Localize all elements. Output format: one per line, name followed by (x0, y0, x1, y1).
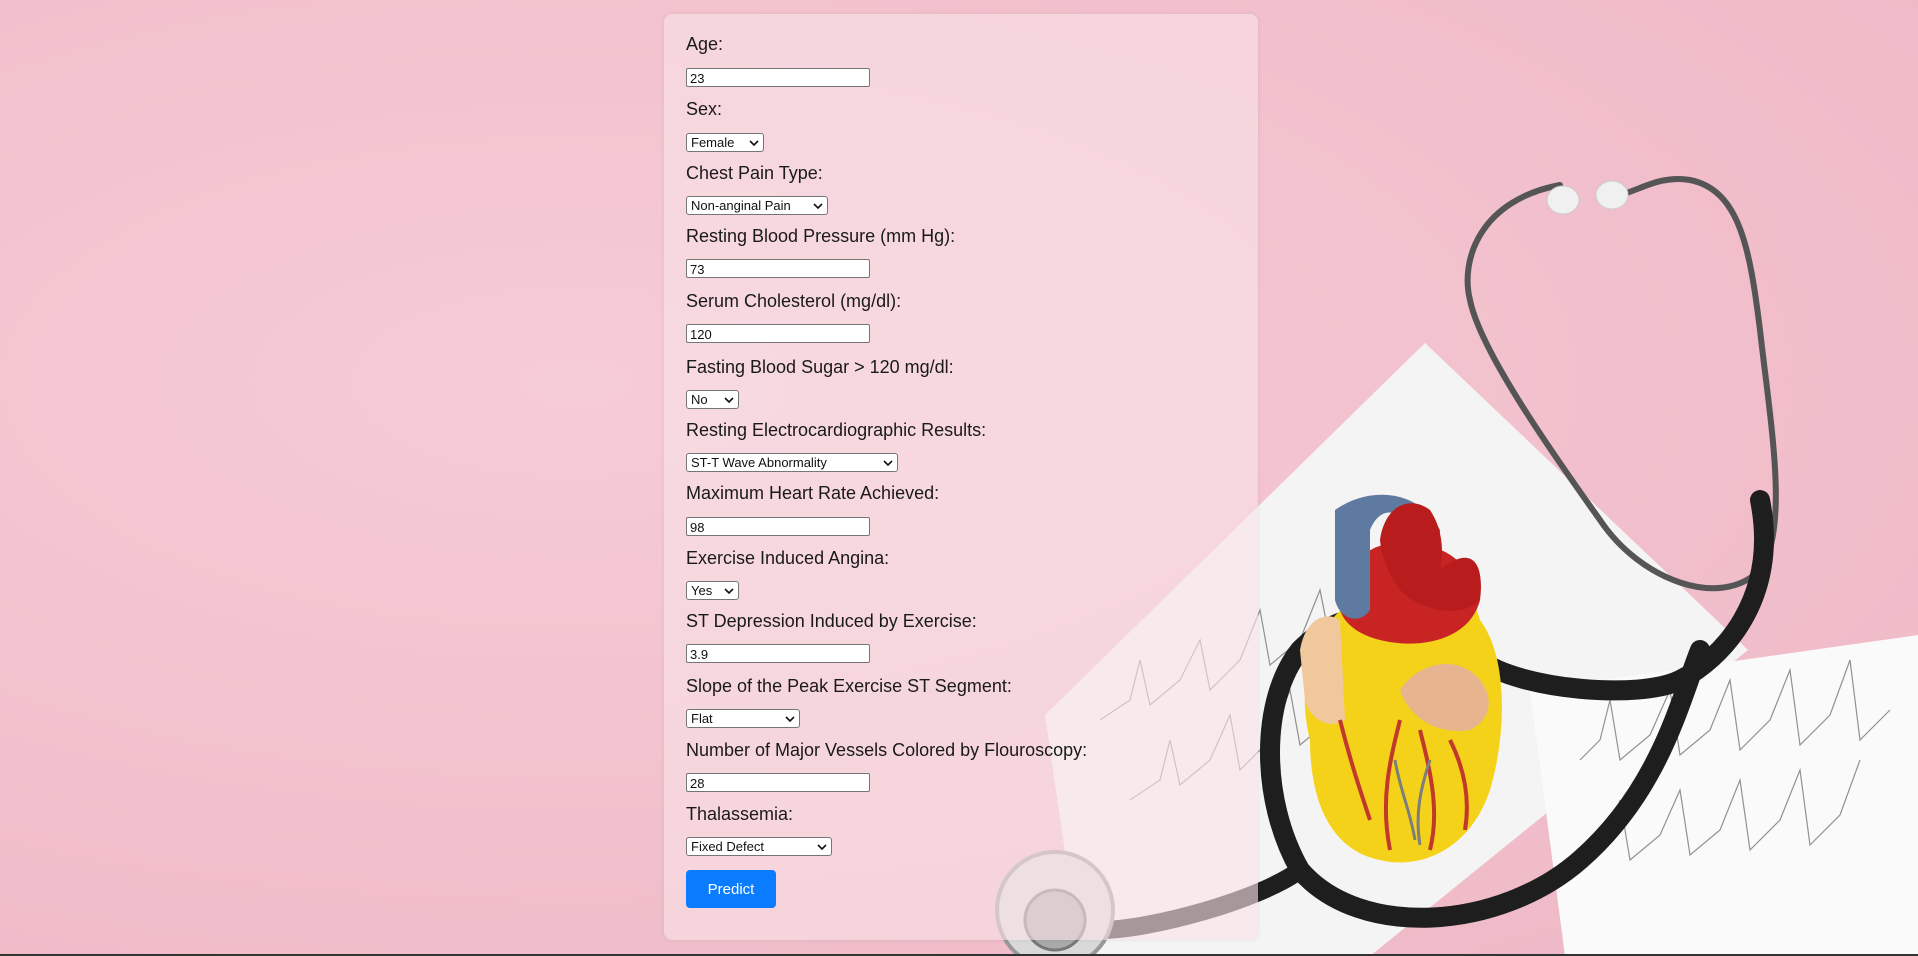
exercise-angina-select[interactable]: Yes (686, 581, 739, 600)
chevron-down-icon (724, 396, 734, 403)
sex-select[interactable]: Female (686, 133, 764, 152)
rest-ecg-label: Resting Electrocardiographic Results: (686, 420, 987, 440)
predict-button[interactable]: Predict (686, 870, 776, 908)
st-depression-input[interactable]: 3.9 (686, 644, 870, 663)
fasting-sugar-select[interactable]: No (686, 390, 739, 409)
chest-pain-select-value: Non-anginal Pain (691, 198, 791, 213)
resting-bp-label: Resting Blood Pressure (mm Hg): (686, 226, 956, 246)
chevron-down-icon (883, 459, 893, 466)
cholesterol-label: Serum Cholesterol (mg/dl): (686, 291, 902, 311)
chevron-down-icon (724, 587, 734, 594)
prediction-form: Age: 23 Sex: Female Chest Pain Type: Non… (664, 14, 1258, 940)
chest-pain-select[interactable]: Non-anginal Pain (686, 196, 828, 215)
rest-ecg-select-value: ST-T Wave Abnormality (691, 455, 827, 470)
slope-label: Slope of the Peak Exercise ST Segment: (686, 676, 1012, 696)
fasting-sugar-label: Fasting Blood Sugar > 120 mg/dl: (686, 357, 954, 377)
age-label: Age: (686, 34, 724, 54)
thalassemia-select-value: Fixed Defect (691, 839, 764, 854)
chevron-down-icon (749, 139, 759, 146)
exercise-angina-label: Exercise Induced Angina: (686, 548, 890, 568)
chevron-down-icon (813, 202, 823, 209)
exercise-angina-select-value: Yes (691, 583, 713, 598)
cholesterol-input[interactable]: 120 (686, 324, 870, 343)
resting-bp-input[interactable]: 73 (686, 259, 870, 278)
chest-pain-label: Chest Pain Type: (686, 163, 823, 183)
chevron-down-icon (785, 715, 795, 722)
max-hr-label: Maximum Heart Rate Achieved: (686, 483, 940, 503)
vessels-input[interactable]: 28 (686, 773, 870, 792)
rest-ecg-select[interactable]: ST-T Wave Abnormality (686, 453, 898, 472)
sex-label: Sex: (686, 99, 723, 119)
max-hr-input[interactable]: 98 (686, 517, 870, 536)
slope-select[interactable]: Flat (686, 709, 800, 728)
thalassemia-select[interactable]: Fixed Defect (686, 837, 832, 856)
chevron-down-icon (817, 843, 827, 850)
sex-select-value: Female (691, 135, 735, 150)
st-depression-label: ST Depression Induced by Exercise: (686, 611, 977, 631)
age-input[interactable]: 23 (686, 68, 870, 87)
fasting-sugar-select-value: No (691, 392, 708, 407)
slope-select-value: Flat (691, 711, 713, 726)
vessels-label: Number of Major Vessels Colored by Flour… (686, 740, 1088, 760)
thalassemia-label: Thalassemia: (686, 804, 794, 824)
